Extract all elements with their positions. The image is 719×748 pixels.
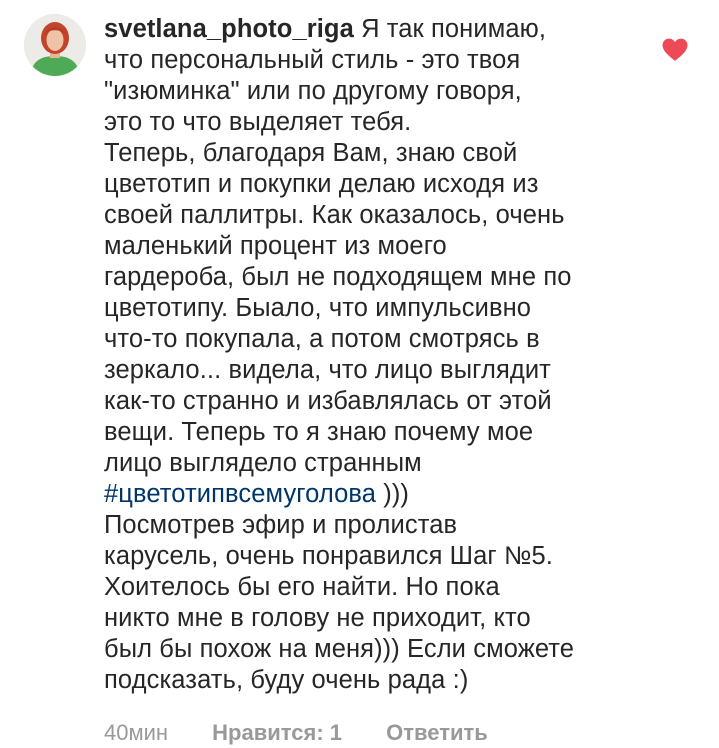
heart-icon[interactable] bbox=[662, 38, 688, 62]
comment-meta: 40мин Нравится: 1 Ответить bbox=[104, 718, 526, 748]
comment-body: svetlana_photo_riga Я так понимаю, что п… bbox=[104, 14, 644, 696]
comment-username[interactable]: svetlana_photo_riga bbox=[104, 15, 354, 43]
hashtag-link[interactable]: #цветотипвсемуголова bbox=[104, 480, 376, 508]
avatar-image bbox=[24, 14, 86, 76]
comment-item: svetlana_photo_riga Я так понимаю, что п… bbox=[0, 0, 719, 745]
comment-text-part-1: Я так понимаю, что персональный стиль - … bbox=[104, 15, 572, 477]
comment-text-after-hashtag: ))) bbox=[376, 480, 410, 508]
comment-text-part-2: Посмотрев эфир и пролистав карусель, оче… bbox=[104, 511, 575, 694]
comment-text: svetlana_photo_riga Я так понимаю, что п… bbox=[104, 14, 644, 510]
avatar[interactable] bbox=[24, 14, 86, 76]
